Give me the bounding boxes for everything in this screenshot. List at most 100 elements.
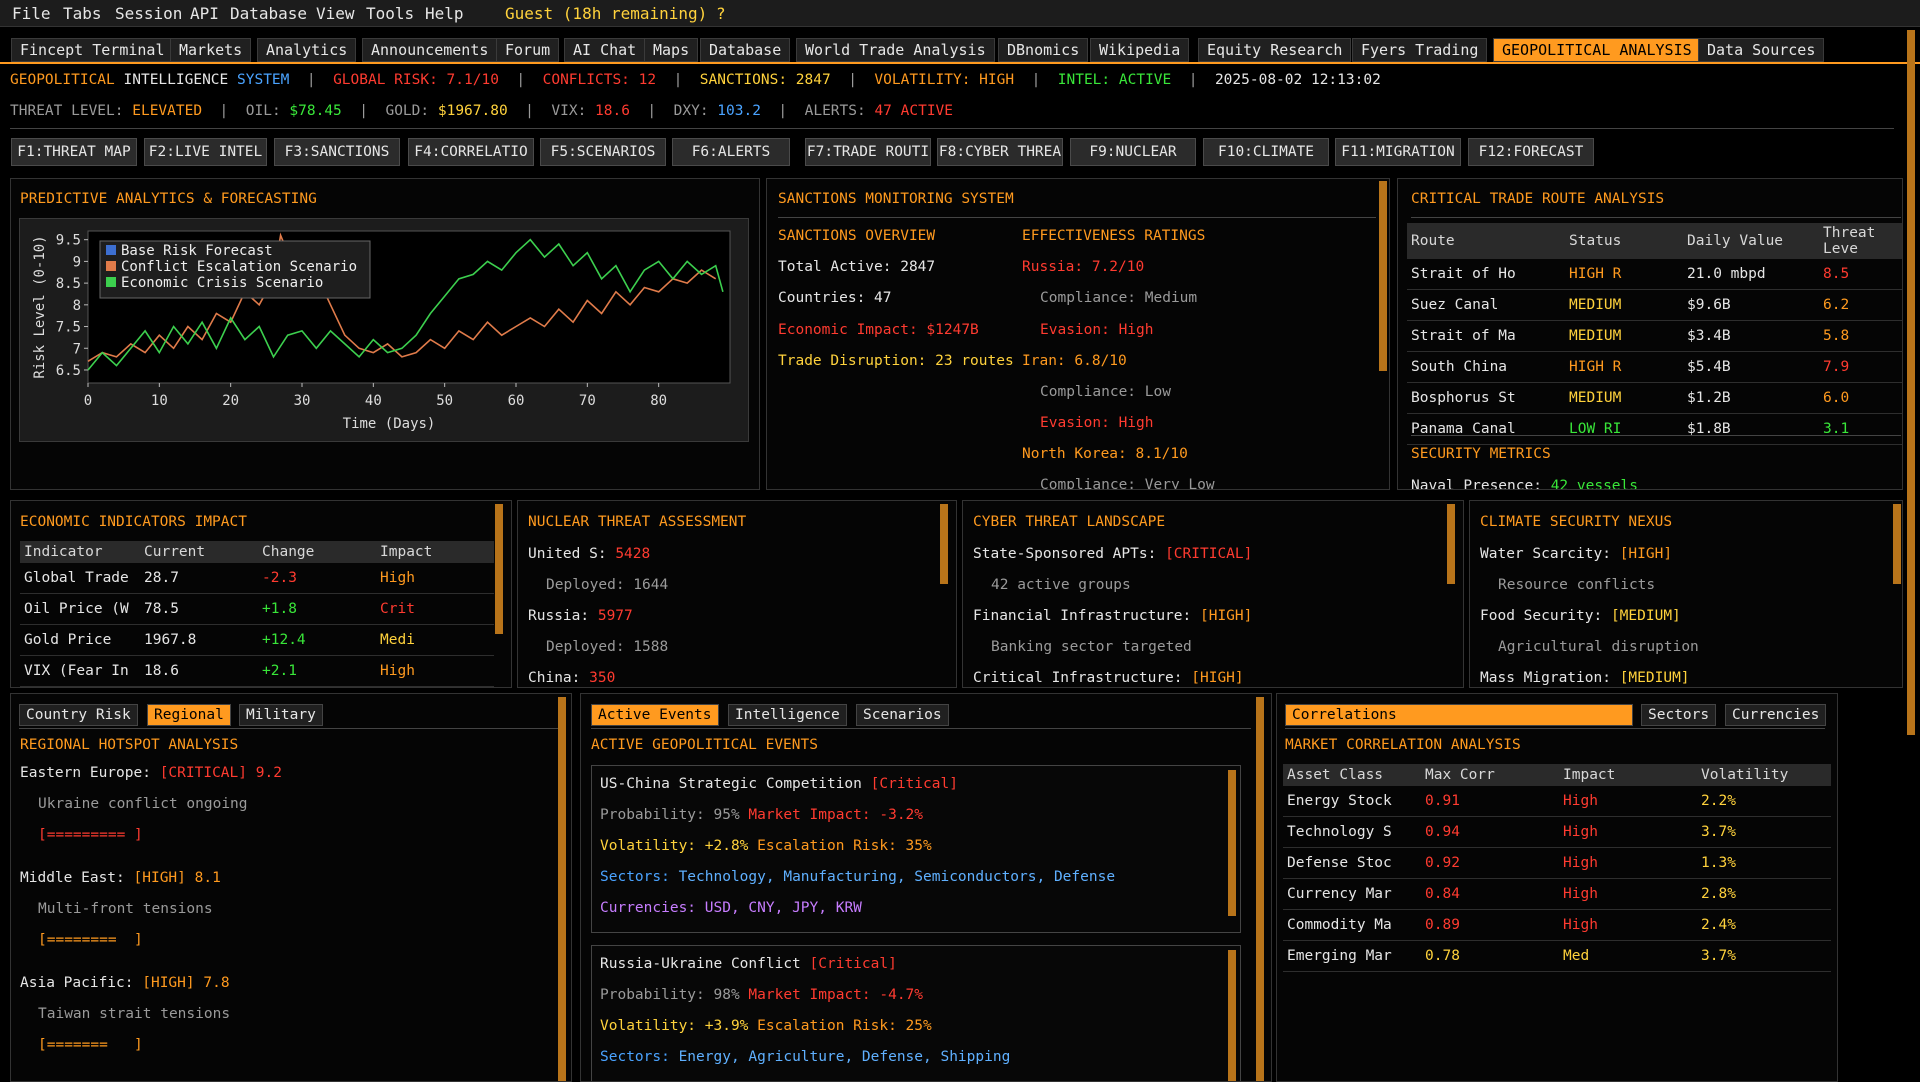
fkey-live-intel[interactable]: F2:LIVE INTEL [144, 138, 267, 166]
fkey-climate[interactable]: F10:CLIMATE [1203, 138, 1329, 166]
fkey-migration[interactable]: F11:MIGRATION [1335, 138, 1461, 166]
event-scrollbar[interactable] [1228, 950, 1236, 1081]
fkey-alerts[interactable]: F6:ALERTS [672, 138, 790, 166]
table-row[interactable]: Bosphorus St MEDIUM $1.2B 6.0 [1407, 382, 1902, 414]
table-row[interactable]: VIX (Fear In 18.6 +2.1 High [20, 655, 494, 687]
tab-data-sources[interactable]: Data Sources [1698, 38, 1825, 62]
table-row[interactable]: Global Trade 28.7 -2.3 High [20, 563, 494, 594]
events-scrollbar[interactable] [1256, 697, 1264, 1081]
tab-forum[interactable]: Forum [496, 38, 560, 62]
tab-country-risk[interactable]: Country Risk [19, 704, 138, 726]
col-impact[interactable]: Impact [376, 541, 494, 563]
menu-tools[interactable]: Tools [366, 4, 414, 23]
region-score: 7.8 [203, 975, 230, 991]
table-row[interactable]: Strait of Ma MEDIUM $3.4B 5.8 [1407, 320, 1902, 352]
tab-announcements[interactable]: Announcements [362, 38, 498, 62]
tab-fincept-terminal[interactable]: Fincept Terminal [11, 38, 174, 62]
tab-scenarios[interactable]: Scenarios [856, 704, 949, 726]
fkey-correlation[interactable]: F4:CORRELATIO [408, 138, 534, 166]
route-name: Panama Canal [1407, 413, 1565, 445]
cyber-scrollbar[interactable] [1447, 504, 1455, 584]
col-impact[interactable]: Impact [1559, 764, 1697, 786]
tab-wikipedia[interactable]: Wikipedia [1090, 38, 1190, 62]
cyber-title: CYBER THREAT LANDSCAPE [973, 514, 1166, 530]
menu-database[interactable]: Database [230, 4, 307, 23]
tab-markets[interactable]: Markets [170, 38, 252, 62]
fkey-sanctions[interactable]: F3:SANCTIONS [274, 138, 400, 166]
event-scrollbar[interactable] [1228, 770, 1236, 916]
col-asset-class[interactable]: Asset Class [1283, 764, 1421, 786]
col-daily-value[interactable]: Daily Value [1683, 223, 1819, 259]
menu-tabs[interactable]: Tabs [63, 4, 102, 23]
nuclear-scrollbar[interactable] [940, 504, 948, 584]
table-row[interactable]: South China HIGH R $5.4B 7.9 [1407, 351, 1902, 383]
divider [778, 217, 1376, 218]
event-card[interactable]: Russia-Ukraine Conflict [Critical] Proba… [591, 945, 1241, 1081]
alerts-label: ALERTS: [804, 103, 866, 119]
menu-session[interactable]: Session [115, 4, 182, 23]
tab-currencies[interactable]: Currencies [1725, 704, 1827, 726]
climate-scrollbar[interactable] [1893, 504, 1901, 584]
tab-analytics[interactable]: Analytics [257, 38, 357, 62]
table-row[interactable]: Emerging Mar 0.78 Med 3.7% [1283, 940, 1831, 972]
help-icon[interactable]: ? [716, 4, 726, 23]
fkey-cyber-threats[interactable]: F8:CYBER THREA [937, 138, 1063, 166]
mass-migration: Mass Migration: [MEDIUM] [1480, 670, 1690, 686]
col-indicator[interactable]: Indicator [20, 541, 140, 563]
tab-dbnomics[interactable]: DBnomics [998, 38, 1089, 62]
tab-geopolitical-analysis[interactable]: GEOPOLITICAL ANALYSIS [1493, 38, 1701, 62]
col-change[interactable]: Change [258, 541, 376, 563]
event-card[interactable]: US-China Strategic Competition [Critical… [591, 765, 1241, 933]
trade-routes-table: Route Status Daily Value Threat Leve Str… [1407, 223, 1902, 445]
menu-api[interactable]: API [190, 4, 219, 23]
table-row[interactable]: Gold Price 1967.8 +12.4 Medi [20, 624, 494, 656]
page-scrollbar[interactable] [1907, 30, 1915, 735]
alerts-value: 47 ACTIVE [874, 103, 954, 119]
col-volatility[interactable]: Volatility [1697, 764, 1831, 786]
fkey-trade-routes[interactable]: F7:TRADE ROUTI [805, 138, 931, 166]
impact: High [1559, 816, 1697, 848]
region-item: Middle East: [HIGH] 8.1 [20, 870, 221, 886]
col-status[interactable]: Status [1565, 223, 1683, 259]
col-route[interactable]: Route [1407, 223, 1565, 259]
fkey-scenarios[interactable]: F5:SCENARIOS [540, 138, 666, 166]
tab-active-events[interactable]: Active Events [591, 704, 719, 726]
table-row[interactable]: Suez Canal MEDIUM $9.6B 6.2 [1407, 289, 1902, 321]
fkey-forecast[interactable]: F12:FORECAST [1468, 138, 1594, 166]
forecast-title: PREDICTIVE ANALYTICS & FORECASTING [20, 191, 317, 207]
table-row[interactable]: Commodity Ma 0.89 High 2.4% [1283, 909, 1831, 941]
tab-ai-chat[interactable]: AI Chat [564, 38, 646, 62]
tab-intelligence[interactable]: Intelligence [728, 704, 847, 726]
table-row[interactable]: Energy Stock 0.91 High 2.2% [1283, 786, 1831, 817]
event-name: Russia-Ukraine Conflict [Critical] [600, 956, 897, 972]
table-row[interactable]: Currency Mar 0.84 High 2.8% [1283, 878, 1831, 910]
econ-scrollbar[interactable] [495, 504, 503, 634]
tab-correlations[interactable]: Correlations [1285, 704, 1633, 726]
table-row[interactable]: Strait of Ho HIGH R 21.0 mbpd 8.5 [1407, 259, 1902, 290]
trade-routes-title: CRITICAL TRADE ROUTE ANALYSIS [1411, 191, 1665, 207]
table-row[interactable]: Defense Stoc 0.92 High 1.3% [1283, 847, 1831, 879]
sanctions-scrollbar[interactable] [1379, 181, 1387, 371]
col-current[interactable]: Current [140, 541, 258, 563]
table-row[interactable]: Technology S 0.94 High 3.7% [1283, 816, 1831, 848]
menu-view[interactable]: View [316, 4, 355, 23]
col-threat-level[interactable]: Threat Leve [1819, 223, 1902, 259]
tab-database[interactable]: Database [700, 38, 791, 62]
divider [1285, 728, 1825, 729]
tab-equity-research[interactable]: Equity Research [1198, 38, 1352, 62]
tab-maps[interactable]: Maps [644, 38, 699, 62]
indicator-change: +12.4 [258, 624, 376, 656]
fkey-threat-map[interactable]: F1:THREAT MAP [11, 138, 137, 166]
fkey-nuclear[interactable]: F9:NUCLEAR [1070, 138, 1196, 166]
tab-sectors[interactable]: Sectors [1641, 704, 1717, 726]
menu-help[interactable]: Help [425, 4, 464, 23]
menu-file[interactable]: File [12, 4, 51, 23]
col-max-corr[interactable]: Max Corr [1421, 764, 1559, 786]
tab-fyers-trading[interactable]: Fyers Trading [1352, 38, 1488, 62]
table-row[interactable]: Oil Price (W 78.5 +1.8 Crit [20, 593, 494, 625]
regional-scrollbar[interactable] [558, 697, 566, 1081]
tab-world-trade-analysis[interactable]: World Trade Analysis [796, 38, 995, 62]
table-row[interactable]: Panama Canal LOW RI $1.8B 3.1 [1407, 413, 1902, 445]
tab-regional[interactable]: Regional [147, 704, 231, 726]
tab-military[interactable]: Military [239, 704, 323, 726]
